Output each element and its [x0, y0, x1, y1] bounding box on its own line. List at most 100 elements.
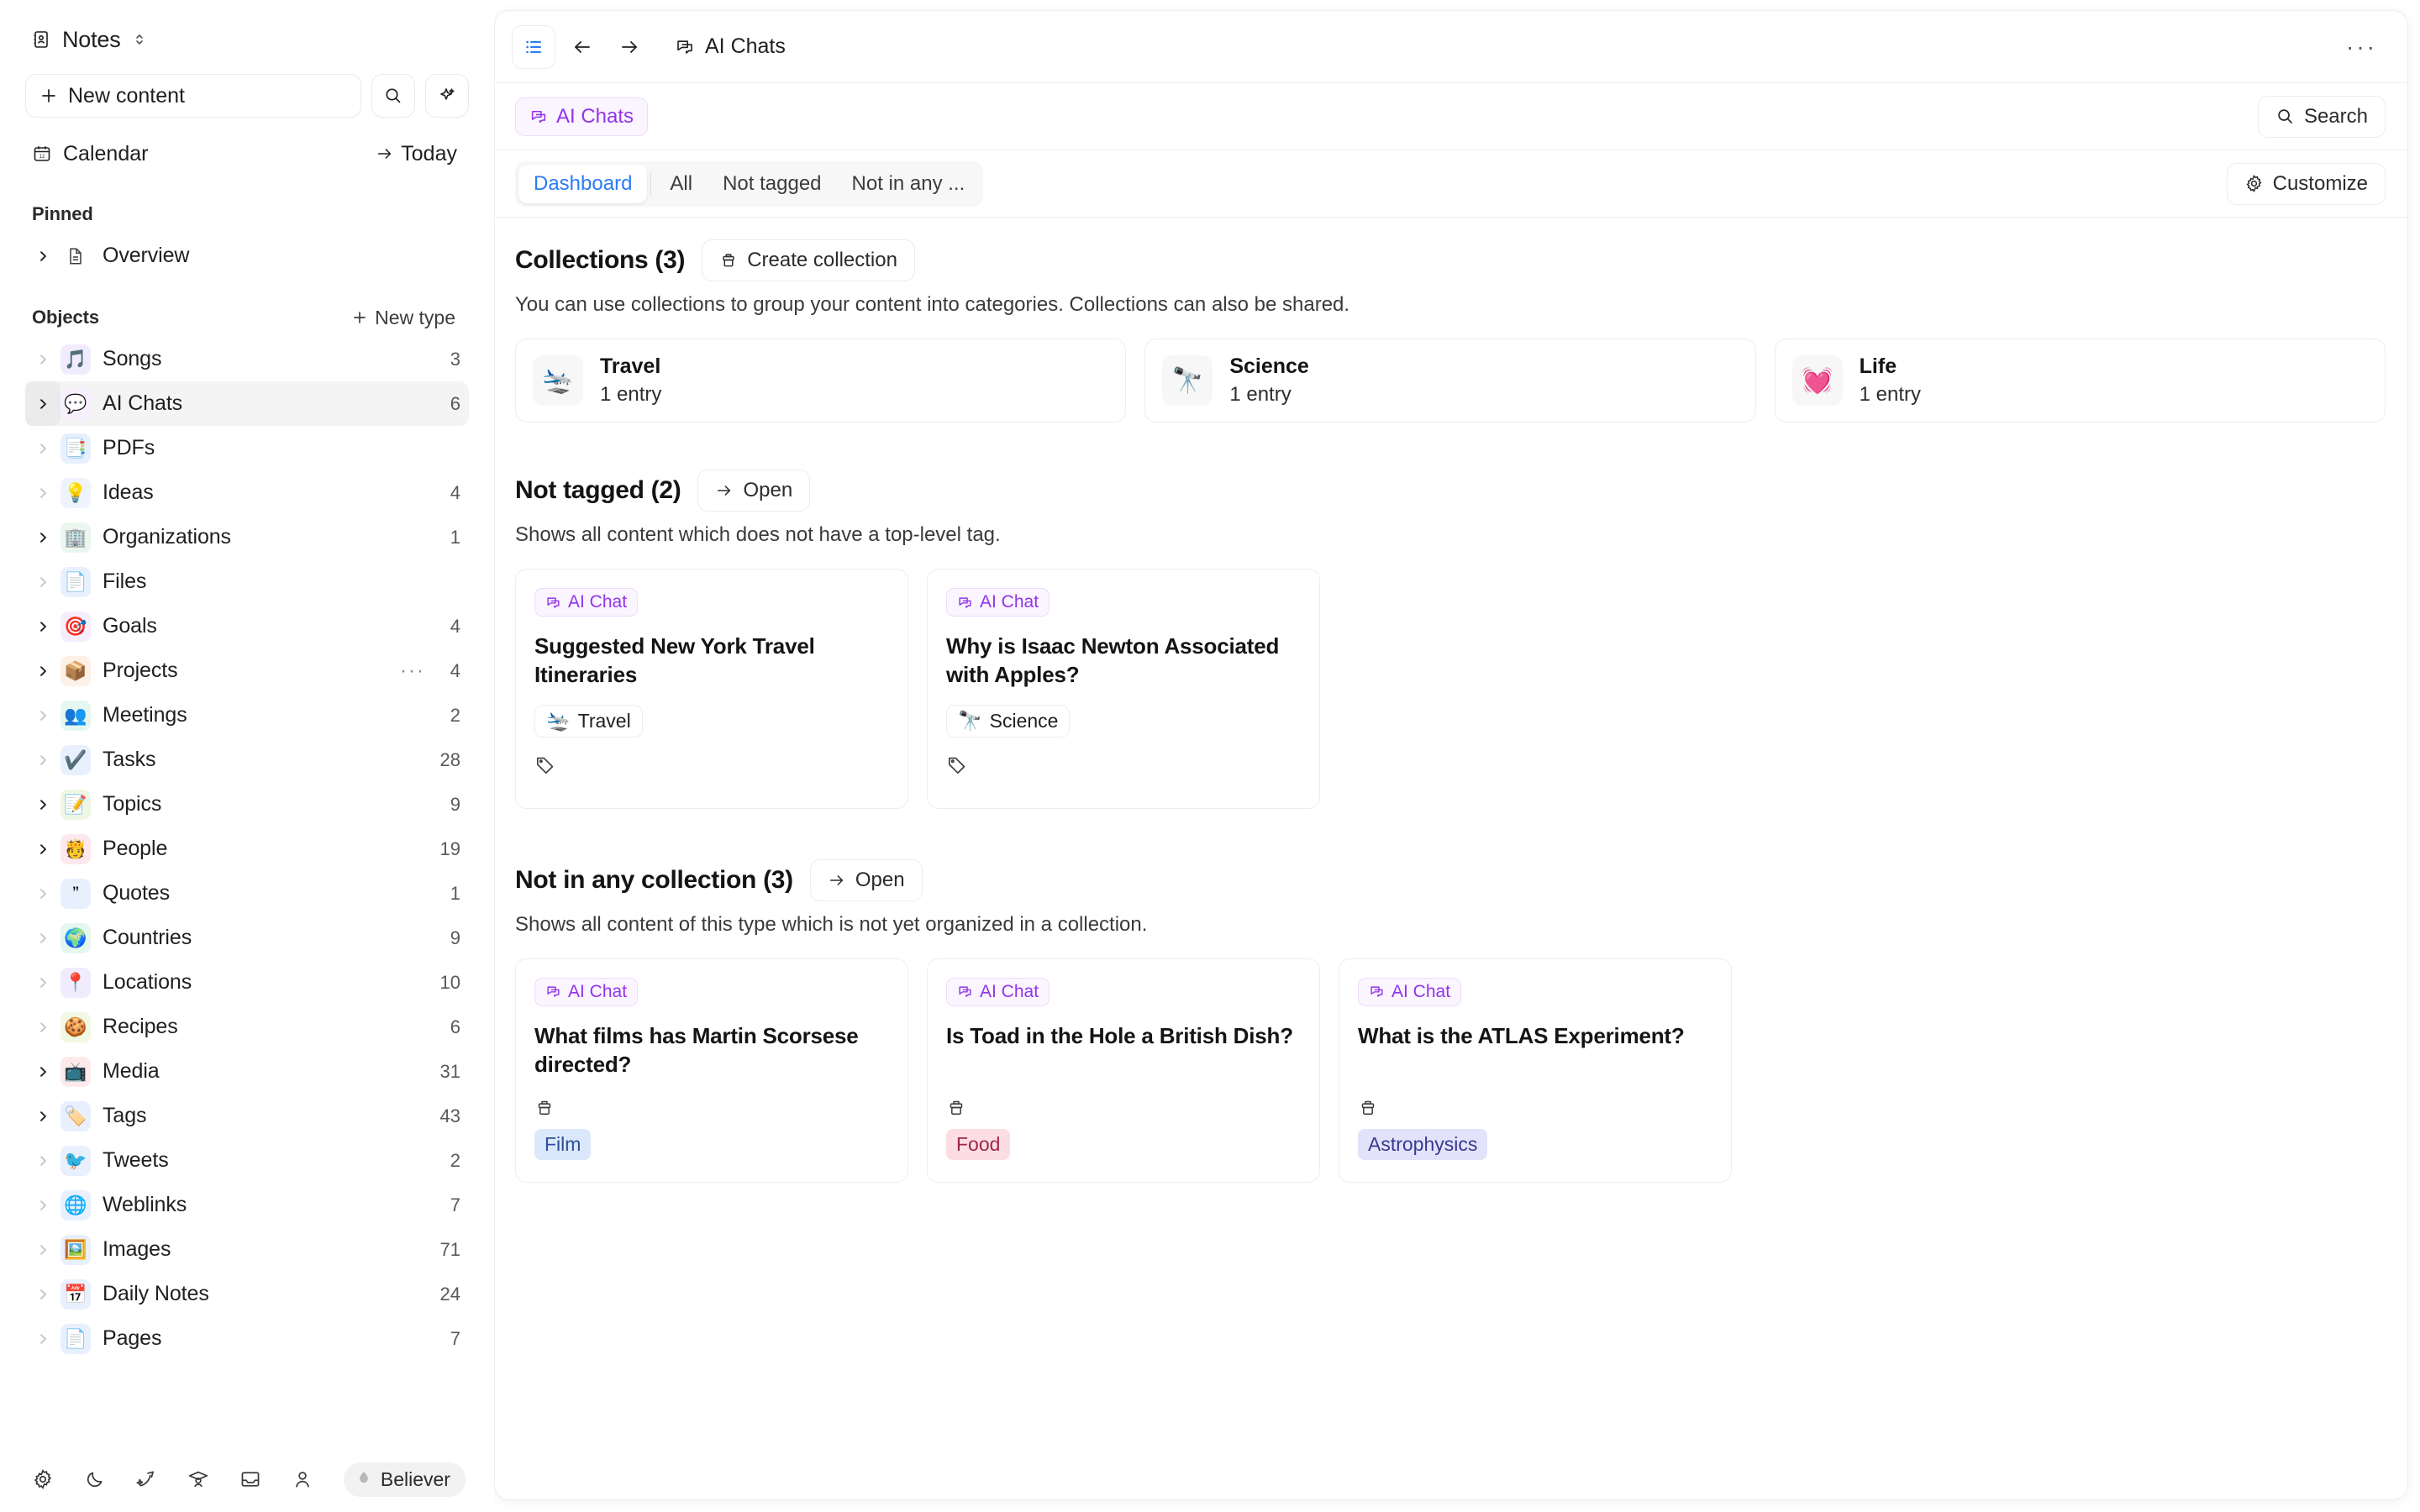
- collection-card[interactable]: 🛬 Travel 1 entry: [515, 339, 1127, 423]
- sidebar-item-countries[interactable]: 🌍 Countries 9: [25, 916, 469, 960]
- sidebar-item-tweets[interactable]: 🐦 Tweets 2: [25, 1138, 469, 1183]
- believer-badge[interactable]: Believer: [343, 1462, 466, 1497]
- sidebar-item-more-button[interactable]: ···: [400, 660, 425, 680]
- sidebar-ai-button[interactable]: [425, 74, 469, 118]
- list-view-icon[interactable]: [512, 24, 555, 69]
- content-card[interactable]: AI Chat What films has Martin Scorsese di…: [515, 958, 908, 1184]
- chevron-right-icon[interactable]: [25, 960, 60, 1005]
- chevron-right-icon[interactable]: [25, 381, 60, 426]
- sidebar-item-count: 2: [450, 1149, 460, 1171]
- chevron-right-icon[interactable]: [25, 1005, 60, 1049]
- customize-button[interactable]: Customize: [2226, 162, 2386, 205]
- tab-not-tagged[interactable]: Not tagged: [708, 165, 836, 203]
- chevron-right-icon[interactable]: [25, 515, 60, 559]
- card-collection-pill[interactable]: 🔭 Science: [946, 704, 1071, 738]
- collection-card[interactable]: 💓 Life 1 entry: [1774, 339, 2386, 423]
- gear-icon: [2246, 175, 2262, 192]
- tab-not-in-any[interactable]: Not in any ...: [837, 165, 981, 203]
- content-card[interactable]: AI Chat Is Toad in the Hole a British Dis…: [927, 958, 1320, 1184]
- sidebar-item-ideas[interactable]: 💡 Ideas 4: [25, 470, 469, 515]
- sidebar-item-topics[interactable]: 📝 Topics 9: [25, 782, 469, 827]
- chevron-right-icon[interactable]: [25, 738, 60, 782]
- chevron-right-icon[interactable]: [25, 426, 60, 470]
- chevron-right-icon[interactable]: [25, 337, 60, 381]
- card-collection-row[interactable]: [946, 1094, 1301, 1122]
- sidebar-item-quotes[interactable]: ” Quotes 1: [25, 871, 469, 916]
- calendar-row[interactable]: 12 Calendar Today: [25, 133, 469, 175]
- sidebar-item-pages[interactable]: 📄 Pages 7: [25, 1316, 469, 1361]
- card-collection-pill[interactable]: 🛬 Travel: [534, 704, 643, 738]
- chevron-right-icon[interactable]: [25, 648, 60, 693]
- sidebar-search-button[interactable]: [371, 74, 415, 118]
- gear-icon[interactable]: [29, 1465, 57, 1494]
- chevron-right-icon[interactable]: [25, 1049, 60, 1094]
- tab-all[interactable]: All: [655, 165, 708, 203]
- collection-card[interactable]: 🔭 Science 1 entry: [1144, 339, 1756, 423]
- chevron-right-icon[interactable]: [25, 234, 60, 278]
- content-card[interactable]: AI Chat Suggested New York Travel Itinera…: [515, 569, 908, 809]
- card-tag-pill[interactable]: Astrophysics: [1358, 1129, 1488, 1161]
- sidebar-item-people[interactable]: 🫅 People 19: [25, 827, 469, 871]
- moon-icon[interactable]: [81, 1465, 109, 1494]
- forward-button[interactable]: [609, 27, 650, 67]
- magic-wand-icon[interactable]: [133, 1465, 161, 1494]
- card-tag-row[interactable]: [946, 751, 1301, 780]
- inbox-icon[interactable]: [236, 1465, 265, 1494]
- card-tag-pill[interactable]: Food: [946, 1129, 1011, 1161]
- chevron-right-icon[interactable]: [25, 916, 60, 960]
- new-type-button[interactable]: New type: [345, 303, 462, 333]
- chevron-right-icon[interactable]: [25, 1272, 60, 1316]
- sidebar-item-locations[interactable]: 📍 Locations 10: [25, 960, 469, 1005]
- card-tag-row[interactable]: [534, 751, 889, 780]
- chevron-right-icon[interactable]: [25, 693, 60, 738]
- sidebar-item-meetings[interactable]: 👥 Meetings 2: [25, 693, 469, 738]
- sidebar-item-files[interactable]: 📄 Files: [25, 559, 469, 604]
- type-chip-ai-chats[interactable]: AI Chats: [515, 97, 649, 136]
- sidebar-item-projects[interactable]: 📦 Projects ··· 4: [25, 648, 469, 693]
- chevron-right-icon[interactable]: [25, 1094, 60, 1138]
- sidebar-item-images[interactable]: 🖼️ Images 71: [25, 1227, 469, 1272]
- back-button[interactable]: [562, 27, 602, 67]
- sidebar-item-songs[interactable]: 🎵 Songs 3: [25, 337, 469, 381]
- sidebar-item-media[interactable]: 📺 Media 31: [25, 1049, 469, 1094]
- create-collection-button[interactable]: Create collection: [702, 239, 915, 281]
- today-button[interactable]: Today: [371, 139, 462, 170]
- sidebar-item-recipes[interactable]: 🍪 Recipes 6: [25, 1005, 469, 1049]
- person-icon[interactable]: [288, 1465, 317, 1494]
- breadcrumb[interactable]: AI Chats: [668, 29, 792, 64]
- sidebar-item-pdfs[interactable]: 📑 PDFs: [25, 426, 469, 470]
- workspace-switcher[interactable]: Notes: [25, 18, 469, 60]
- tab-dashboard[interactable]: Dashboard: [518, 164, 648, 203]
- more-options-button[interactable]: ···: [2338, 34, 2386, 58]
- not-in-collection-open-button[interactable]: Open: [809, 858, 923, 901]
- sidebar-item-goals[interactable]: 🎯 Goals 4: [25, 604, 469, 648]
- not-tagged-open-button[interactable]: Open: [697, 470, 811, 512]
- card-tag-pill[interactable]: Film: [534, 1129, 592, 1161]
- graduation-cap-icon[interactable]: [184, 1465, 213, 1494]
- sidebar-item-ai-chats[interactable]: 💬 AI Chats 6: [25, 381, 469, 426]
- content-card[interactable]: AI Chat What is the ATLAS Experiment? Astr…: [1339, 958, 1732, 1184]
- chevron-right-icon[interactable]: [25, 559, 60, 604]
- sidebar-item-tasks[interactable]: ✔️ Tasks 28: [25, 738, 469, 782]
- chevron-right-icon[interactable]: [25, 1316, 60, 1361]
- new-content-button[interactable]: New content: [25, 74, 361, 118]
- sidebar-item-tags[interactable]: 🏷️ Tags 43: [25, 1094, 469, 1138]
- chevron-right-icon[interactable]: [25, 1227, 60, 1272]
- chevron-right-icon[interactable]: [25, 604, 60, 648]
- card-collection-row[interactable]: [534, 1094, 889, 1122]
- sidebar-item-overview[interactable]: Overview: [25, 234, 469, 278]
- chevron-right-icon[interactable]: [25, 1183, 60, 1227]
- sidebar-scroll-area[interactable]: Overview Objects New type 🎵 Songs 3 💬 AI Cha…: [0, 234, 494, 1446]
- chevron-right-icon[interactable]: [25, 470, 60, 515]
- content-card[interactable]: AI Chat Why is Isaac Newton Associated wi…: [927, 569, 1320, 809]
- card-collection-row[interactable]: [1358, 1094, 1712, 1122]
- chevron-right-icon[interactable]: [25, 871, 60, 916]
- calendar-link[interactable]: 12 Calendar: [32, 142, 371, 166]
- sidebar-item-organizations[interactable]: 🏢 Organizations 1: [25, 515, 469, 559]
- sidebar-item-weblinks[interactable]: 🌐 Weblinks 7: [25, 1183, 469, 1227]
- sidebar-item-daily-notes[interactable]: 📅 Daily Notes 24: [25, 1272, 469, 1316]
- search-button[interactable]: Search: [2257, 95, 2386, 138]
- chevron-right-icon[interactable]: [25, 782, 60, 827]
- chevron-right-icon[interactable]: [25, 827, 60, 871]
- chevron-right-icon[interactable]: [25, 1138, 60, 1183]
